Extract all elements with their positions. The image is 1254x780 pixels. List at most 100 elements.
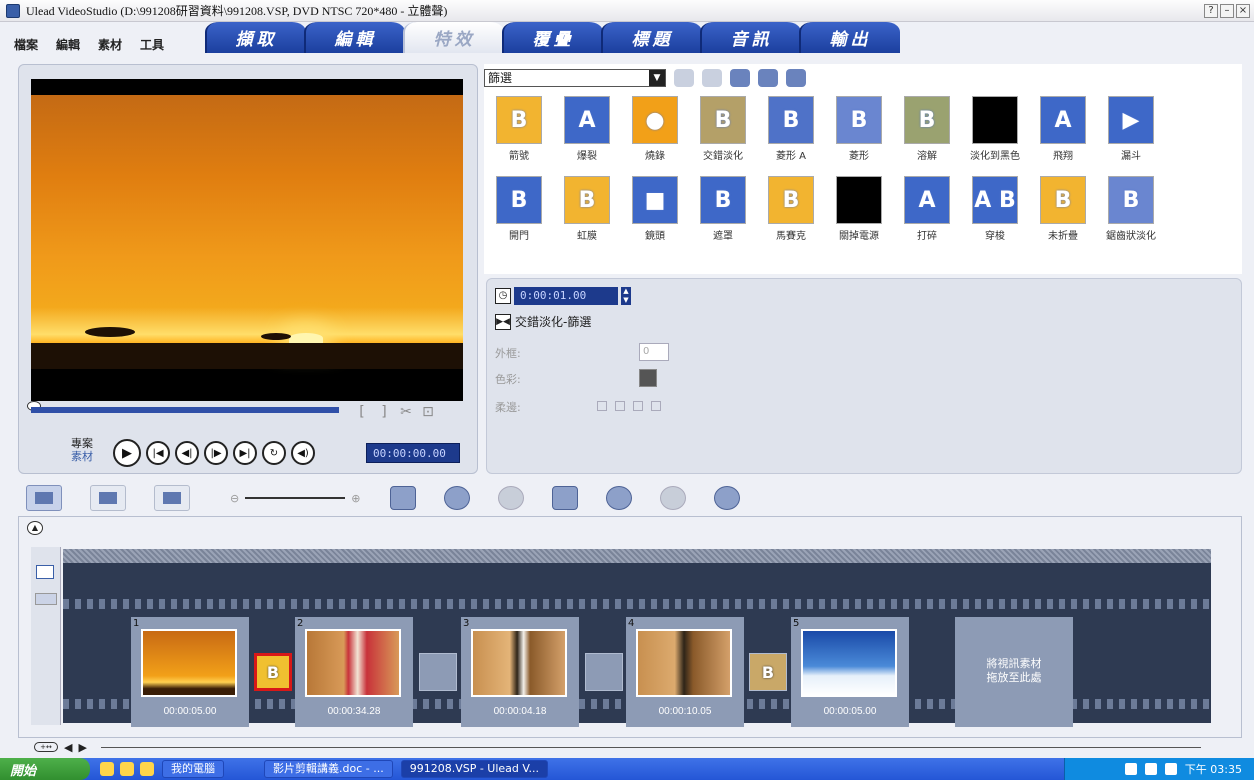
timeline-view-button[interactable] xyxy=(90,485,126,511)
clip-mode-label[interactable]: 素材 xyxy=(71,450,93,463)
drop-zone[interactable]: 將視訊素材 拖放至此處 xyxy=(955,617,1073,727)
storyboard-view-button[interactable] xyxy=(26,485,62,511)
effect-thumbnail[interactable]: B 箭號 xyxy=(486,96,552,168)
clip-2[interactable]: 2 00:00:34.28 xyxy=(295,617,413,727)
zoom-out-icon[interactable]: ⊖ xyxy=(230,492,239,505)
repeat-icon[interactable]: ↻ xyxy=(262,441,286,465)
task-my-computer[interactable]: 我的電腦 xyxy=(162,760,224,778)
track-dropdown[interactable] xyxy=(35,593,57,605)
duration-stepper[interactable]: ▲ ▼ xyxy=(621,287,631,305)
border-field[interactable]: 0 xyxy=(639,343,669,361)
effect-thumbnail[interactable]: A 飛翔 xyxy=(1030,96,1096,168)
clip-5[interactable]: 5 00:00:05.00 xyxy=(791,617,909,727)
timeline-scrollbar[interactable] xyxy=(100,746,1201,748)
tab-audio[interactable]: 音訊 xyxy=(700,22,801,53)
apply-current-effect-icon[interactable] xyxy=(758,69,778,87)
clip-1[interactable]: 1 00:00:05.00 xyxy=(131,617,249,727)
tab-capture[interactable]: 擷取 xyxy=(205,22,306,53)
close-button[interactable]: × xyxy=(1236,4,1250,18)
effect-thumbnail[interactable]: A 爆裂 xyxy=(554,96,620,168)
effect-thumbnail[interactable]: A B 穿梭 xyxy=(962,176,1028,248)
redo-icon[interactable] xyxy=(498,486,525,510)
effect-thumbnail[interactable]: B 未折疊 xyxy=(1030,176,1096,248)
split-clip-button[interactable]: ✂ xyxy=(397,403,415,421)
batch-convert-icon[interactable] xyxy=(606,486,633,510)
play-icon[interactable]: ▶ xyxy=(113,439,141,467)
scrubber-bar[interactable] xyxy=(31,407,339,413)
menu-edit[interactable]: 編輯 xyxy=(56,36,80,53)
enlarge-preview-button[interactable]: ⊡ xyxy=(419,403,437,421)
effect-thumbnail[interactable]: ■ 鏡頭 xyxy=(622,176,688,248)
menu-tools[interactable]: 工具 xyxy=(140,36,164,53)
eject-icon[interactable]: ▲ xyxy=(27,521,43,535)
transition-slot-filled[interactable]: B xyxy=(749,653,787,691)
transition-slot[interactable] xyxy=(419,653,457,691)
import-icon[interactable] xyxy=(702,69,722,87)
zoom-in-icon[interactable]: ⊕ xyxy=(351,492,360,505)
collapse-icon[interactable] xyxy=(786,69,806,87)
soft-edge-medium[interactable] xyxy=(633,401,643,411)
color-swatch[interactable] xyxy=(639,369,657,387)
effect-thumbnail[interactable]: ● 燒錄 xyxy=(622,96,688,168)
create-disc-icon[interactable] xyxy=(714,486,741,510)
clip-4[interactable]: 4 00:00:10.05 xyxy=(626,617,744,727)
fit-project-icon[interactable]: +↔ xyxy=(34,742,58,752)
mark-in-button[interactable]: [ xyxy=(353,403,371,421)
quicklaunch-icon[interactable] xyxy=(120,762,134,776)
next-frame-icon[interactable]: |▶ xyxy=(204,441,228,465)
volume-icon[interactable]: ◀) xyxy=(291,441,315,465)
minimize-button[interactable]: – xyxy=(1220,4,1234,18)
soft-edge-strong[interactable] xyxy=(651,401,661,411)
effect-thumbnail[interactable]: A 打碎 xyxy=(894,176,960,248)
help-button[interactable]: ? xyxy=(1204,4,1218,18)
soft-edge-none[interactable] xyxy=(597,401,607,411)
tab-overlay[interactable]: 覆疊 xyxy=(502,22,603,53)
effect-thumbnail[interactable]: 關掉電源 xyxy=(826,176,892,248)
effect-thumbnail[interactable]: B 交錯淡化 xyxy=(690,96,756,168)
quicklaunch-icon[interactable] xyxy=(140,762,154,776)
effect-thumbnail[interactable]: B 菱形 A xyxy=(758,96,824,168)
folder-icon[interactable] xyxy=(674,69,694,87)
scroll-right-icon[interactable]: ▶ xyxy=(78,741,86,754)
end-icon[interactable]: ▶| xyxy=(233,441,257,465)
video-track-icon[interactable] xyxy=(36,565,54,579)
undo-icon[interactable] xyxy=(444,486,471,510)
smart-proxy-icon[interactable] xyxy=(552,486,579,510)
effect-thumbnail[interactable]: B 遮罩 xyxy=(690,176,756,248)
project-mode-label[interactable]: 專案 xyxy=(71,437,93,450)
start-button[interactable]: 開始 xyxy=(0,758,90,780)
task-word-doc[interactable]: 影片剪輯講義.doc - ... xyxy=(264,760,393,778)
tray-icon[interactable] xyxy=(1124,763,1137,775)
chevron-down-icon[interactable]: ▼ xyxy=(649,70,665,86)
apply-random-effect-icon[interactable] xyxy=(730,69,750,87)
soft-edge-weak[interactable] xyxy=(615,401,625,411)
library-category-dropdown[interactable]: 篩選 ▼ xyxy=(484,69,666,87)
preview-timecode[interactable]: 00:00:00.00 xyxy=(366,443,460,463)
tab-title[interactable]: 標題 xyxy=(601,22,702,53)
task-videostudio[interactable]: 991208.VSP - Ulead V... xyxy=(400,760,549,778)
tab-effect[interactable]: 特效 xyxy=(403,22,504,53)
effect-thumbnail[interactable]: B 虹膜 xyxy=(554,176,620,248)
track-manager-icon[interactable] xyxy=(660,486,687,510)
effect-thumbnail[interactable]: ▶ 漏斗 xyxy=(1098,96,1164,168)
effect-thumbnail[interactable]: B 菱形 xyxy=(826,96,892,168)
home-icon[interactable]: |◀ xyxy=(146,441,170,465)
transition-slot[interactable] xyxy=(585,653,623,691)
scroll-left-icon[interactable]: ◀ xyxy=(64,741,72,754)
clip-3[interactable]: 3 00:00:04.18 xyxy=(461,617,579,727)
effect-thumbnail[interactable]: B 馬賽克 xyxy=(758,176,824,248)
insert-media-icon[interactable] xyxy=(390,486,417,510)
effect-thumbnail[interactable]: 淡化到黑色 xyxy=(962,96,1028,168)
mark-out-button[interactable]: ] xyxy=(375,403,393,421)
quicklaunch-icon[interactable] xyxy=(100,762,114,776)
duration-field[interactable]: 0:00:01.00 xyxy=(514,287,618,305)
tray-icon[interactable] xyxy=(1144,763,1157,775)
menu-file[interactable]: 檔案 xyxy=(14,36,38,53)
effect-thumbnail[interactable]: B 鋸齒狀淡化 xyxy=(1098,176,1164,248)
menu-clip[interactable]: 素材 xyxy=(98,36,122,53)
audio-view-button[interactable] xyxy=(154,485,190,511)
zoom-slider[interactable] xyxy=(245,497,346,499)
effect-thumbnail[interactable]: B 開門 xyxy=(486,176,552,248)
tray-icon[interactable] xyxy=(1164,763,1177,775)
tab-share[interactable]: 輸出 xyxy=(799,22,900,53)
